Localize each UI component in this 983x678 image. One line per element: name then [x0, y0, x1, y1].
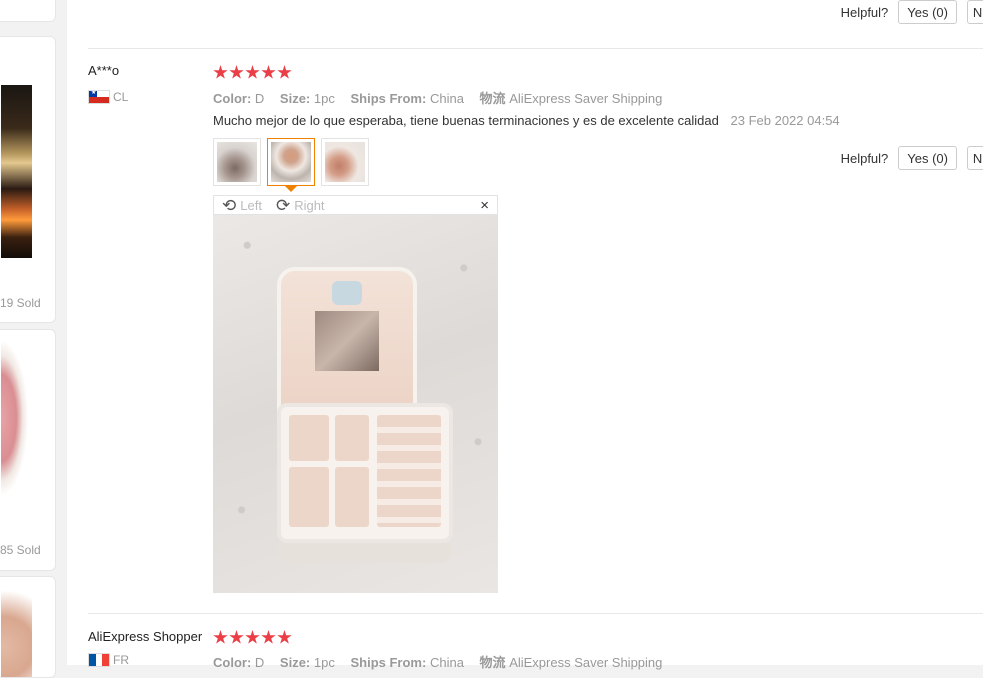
- rotate-right-label: Right: [294, 197, 325, 213]
- logistics-label: 物流: [479, 91, 506, 106]
- review-photo-large: [213, 215, 498, 593]
- product-image[interactable]: [1, 330, 32, 506]
- chile-flag-icon: ★: [88, 90, 110, 104]
- review-thumbnail-active[interactable]: [267, 138, 315, 186]
- product-card[interactable]: [0, 329, 56, 571]
- product-card[interactable]: [0, 0, 56, 22]
- rotate-right-button[interactable]: ⟳ Right: [276, 197, 325, 214]
- reviews-panel: Helpful? Yes (0) N A***o ★ CL Color: D S…: [67, 0, 983, 670]
- size-label: Size:: [279, 655, 311, 670]
- review-photo-thumbnails: [213, 138, 369, 186]
- feedback-text: Mucho mejor de lo que esperaba, tiene bu…: [213, 113, 719, 128]
- size-value: 1pc: [313, 655, 335, 670]
- rotate-left-button[interactable]: ⟲ Left: [222, 197, 262, 214]
- review-text: Mucho mejor de lo que esperaba, tiene bu…: [213, 113, 840, 128]
- country-code: CL: [113, 90, 129, 104]
- size-value: 1pc: [313, 91, 335, 106]
- helpful-no-button[interactable]: N: [967, 146, 983, 170]
- review-divider: [88, 613, 983, 614]
- rotate-right-icon: ⟳: [275, 195, 291, 215]
- helpful-label: Helpful?: [840, 150, 889, 166]
- review-thumbnail[interactable]: [321, 138, 369, 186]
- jewelry-box-lid: [277, 267, 417, 417]
- rotate-left-label: Left: [240, 197, 262, 213]
- photo-viewer: ⟲ Left ⟳ Right ×: [213, 195, 498, 593]
- color-value: D: [254, 655, 265, 670]
- helpful-no-button[interactable]: N: [967, 0, 983, 24]
- reviewer-name: A***o: [88, 63, 120, 78]
- star-icon: [261, 65, 276, 79]
- star-rating: [213, 630, 292, 645]
- jewelry-box-tray: [277, 403, 453, 543]
- helpful-row: Helpful? Yes (0) N: [841, 0, 983, 24]
- ships-from-value: China: [429, 91, 464, 106]
- ships-from-value: China: [429, 655, 464, 670]
- order-info: Color: D Size: 1pc Ships From: China 物流 …: [213, 652, 662, 671]
- product-card[interactable]: [0, 36, 56, 323]
- close-icon[interactable]: ×: [480, 197, 489, 214]
- product-card[interactable]: [0, 576, 56, 678]
- helpful-label: Helpful?: [840, 4, 889, 20]
- star-icon: [229, 630, 244, 644]
- star-icon: [213, 65, 228, 79]
- helpful-yes-button[interactable]: Yes (0): [898, 0, 957, 24]
- star-icon: [245, 630, 260, 644]
- reviewer-name: AliExpress Shopper: [88, 629, 203, 644]
- sold-count: 85 Sold: [0, 543, 41, 557]
- photo-viewer-toolbar: ⟲ Left ⟳ Right ×: [213, 195, 498, 215]
- star-icon: [277, 65, 292, 79]
- order-info: Color: D Size: 1pc Ships From: China 物流 …: [213, 88, 662, 107]
- star-icon: [245, 65, 260, 79]
- ships-from-label: Ships From:: [350, 91, 427, 106]
- star-icon: [229, 65, 244, 79]
- star-icon: [277, 630, 292, 644]
- helpful-row: Helpful? Yes (0) N: [841, 146, 983, 170]
- product-image[interactable]: [1, 577, 32, 677]
- product-image[interactable]: [1, 85, 32, 258]
- ships-from-label: Ships From:: [350, 655, 427, 670]
- sold-count: 19 Sold: [0, 296, 41, 310]
- logistics-value: AliExpress Saver Shipping: [509, 655, 663, 670]
- color-value: D: [254, 91, 265, 106]
- active-thumbnail-caret-icon: [285, 186, 297, 192]
- reviewer-country: ★ CL: [88, 90, 128, 104]
- rotate-left-icon: ⟲: [222, 195, 237, 215]
- helpful-yes-button[interactable]: Yes (0): [898, 146, 957, 170]
- color-label: Color:: [213, 655, 252, 670]
- recommended-products-sidebar: 19 Sold 85 Sold: [0, 0, 56, 678]
- color-label: Color:: [213, 91, 252, 106]
- logistics-value: AliExpress Saver Shipping: [509, 91, 663, 106]
- star-rating: [213, 65, 292, 80]
- review-date: 23 Feb 2022 04:54: [730, 113, 840, 128]
- star-icon: [261, 630, 276, 644]
- logistics-label: 物流: [479, 655, 506, 670]
- size-label: Size:: [279, 91, 311, 106]
- review-thumbnail[interactable]: [213, 138, 261, 186]
- review-divider: [88, 48, 983, 49]
- star-icon: [213, 630, 228, 644]
